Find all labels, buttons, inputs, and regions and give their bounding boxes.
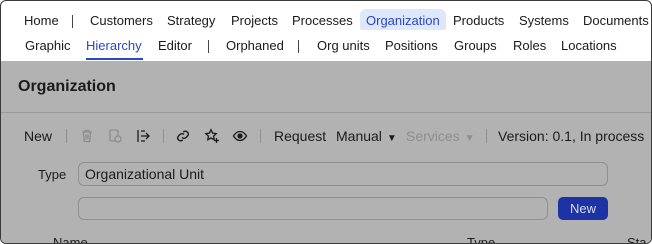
services-dropdown[interactable]: Services ▼: [406, 125, 475, 150]
subnav-divider: [208, 40, 209, 53]
toolbar-divider: [260, 129, 261, 143]
subnav-item-hierarchy[interactable]: Hierarchy: [86, 34, 142, 58]
type-label: Type: [38, 167, 67, 182]
services-label: Services: [406, 128, 460, 144]
hierarchy-underline: [86, 58, 143, 60]
subnav-item-graphic[interactable]: Graphic: [25, 34, 71, 58]
version-label: Version: 0.1, In process: [498, 128, 645, 144]
subnav-item-orphaned[interactable]: Orphaned: [226, 34, 284, 58]
divider: [1, 112, 651, 113]
request-button[interactable]: Request: [274, 125, 326, 147]
column-header-type[interactable]: Type: [467, 235, 495, 243]
star-add-icon[interactable]: [204, 128, 220, 144]
toolbar: New Request Manual ▼ Services ▼ Version: 0…: [1, 125, 651, 147]
toolbar-divider: [66, 129, 67, 143]
subnav-item-locations[interactable]: Locations: [561, 34, 617, 58]
link-icon[interactable]: [175, 128, 191, 144]
chevron-down-icon: ▼: [386, 133, 397, 144]
new-button[interactable]: New: [24, 125, 52, 147]
version-dropdown[interactable]: Version: 0.1, In process▼: [498, 125, 651, 150]
export-icon[interactable]: [135, 128, 151, 144]
toolbar-divider: [486, 129, 487, 143]
app-window: Home Customers Strategy Projects Process…: [0, 0, 652, 244]
column-header-status[interactable]: Sta: [627, 235, 647, 243]
subnav-item-editor[interactable]: Editor: [158, 34, 192, 58]
manual-label: Manual: [336, 128, 382, 144]
overlay-top: [1, 1, 651, 30]
subnav-item-positions[interactable]: Positions: [385, 34, 438, 58]
eye-icon[interactable]: [232, 128, 248, 144]
page-title: Organization: [18, 78, 116, 95]
trash-icon[interactable]: [79, 128, 95, 144]
manual-dropdown[interactable]: Manual ▼: [336, 125, 397, 150]
copy-icon[interactable]: [107, 128, 123, 144]
column-header-name[interactable]: Name: [53, 235, 88, 243]
sub-nav: Graphic Hierarchy Editor Orphaned Org un…: [1, 30, 651, 61]
type-field[interactable]: Organizational Unit: [78, 162, 608, 186]
subnav-item-roles[interactable]: Roles: [513, 34, 546, 58]
subnav-divider: [298, 40, 299, 53]
subnav-item-org-units[interactable]: Org units: [317, 34, 370, 58]
add-button[interactable]: New: [558, 197, 608, 220]
chevron-down-icon: ▼: [464, 133, 475, 144]
subnav-item-groups[interactable]: Groups: [454, 34, 497, 58]
toolbar-divider: [163, 129, 164, 143]
search-input[interactable]: [78, 197, 548, 220]
